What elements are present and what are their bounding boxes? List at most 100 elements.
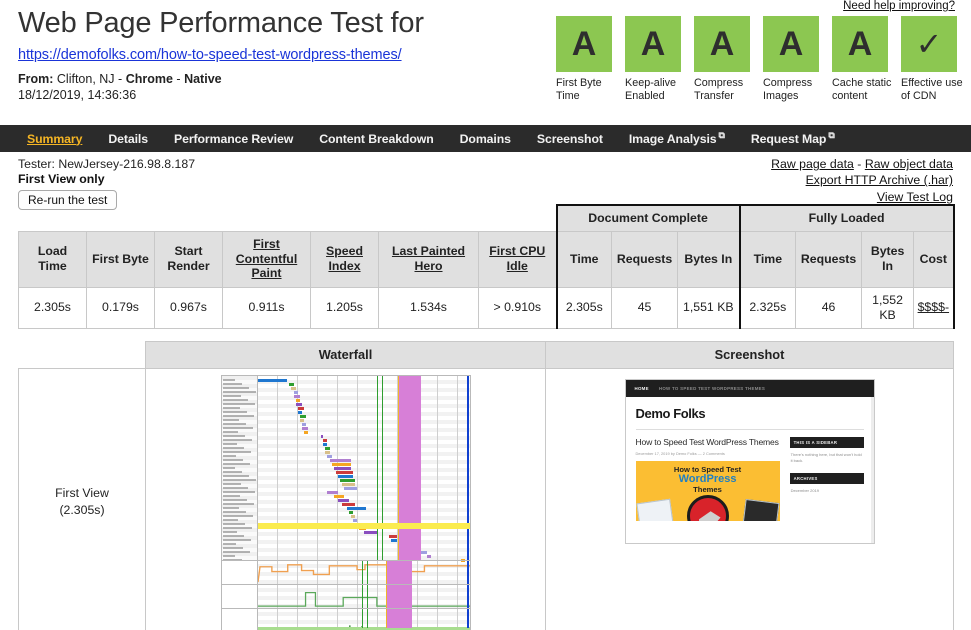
col-start-render: Start Render <box>154 230 223 288</box>
tab-screenshot[interactable]: Screenshot <box>524 132 616 146</box>
tested-url-link[interactable]: https://demofolks.com/how-to-speed-test-… <box>18 47 402 63</box>
view-test-log-link[interactable]: View Test Log <box>877 190 953 204</box>
screenshot-sidebar-widget2-title: ARCHIVES <box>789 472 864 484</box>
browser-main-thread-chart <box>221 607 470 630</box>
waterfall-bar[interactable] <box>299 414 307 418</box>
waterfall-bar[interactable] <box>333 466 351 470</box>
screenshot-nav-home: HOME <box>634 385 649 391</box>
raw-object-data-link[interactable]: Raw object data <box>865 157 953 171</box>
waterfall-request-label <box>222 418 239 421</box>
col-last-painted-hero[interactable]: Last Painted Hero <box>378 230 479 288</box>
main-navigation: Summary Details Performance Review Conte… <box>0 125 971 152</box>
waterfall-bar[interactable] <box>302 426 309 430</box>
waterfall-bar[interactable] <box>295 398 300 402</box>
waterfall-bar[interactable] <box>340 478 355 482</box>
col-dc-bytes-in: Bytes In <box>677 230 741 288</box>
waterfall-bar[interactable] <box>346 506 366 510</box>
external-link-icon: ⧉ <box>718 130 725 141</box>
col-speed-index[interactable]: Speed Index <box>310 230 379 288</box>
waterfall-chart[interactable] <box>220 374 471 630</box>
tab-image-analysis[interactable]: Image Analysis ⧉ <box>616 130 738 146</box>
export-har-link[interactable]: Export HTTP Archive (.har) <box>806 173 953 187</box>
tab-request-map[interactable]: Request Map ⧉ <box>738 130 848 146</box>
tab-summary[interactable]: Summary <box>14 132 95 146</box>
grade-item-keep-alive-enabled[interactable]: A Keep-alive Enabled <box>625 16 681 104</box>
waterfall-bar[interactable] <box>363 530 379 534</box>
col-cost: Cost <box>913 230 955 288</box>
waterfall-bar[interactable] <box>350 514 355 518</box>
grade-item-compress-images[interactable]: A Compress Images <box>763 16 819 104</box>
grade-item-compress-transfer[interactable]: A Compress Transfer <box>694 16 750 104</box>
tab-performance-review[interactable]: Performance Review <box>161 132 306 146</box>
waterfall-bar[interactable] <box>321 434 324 438</box>
waterfall-bar[interactable] <box>293 390 298 394</box>
waterfall-bar[interactable] <box>342 482 356 486</box>
col-first-contentful-paint[interactable]: First Contentful Paint <box>222 230 311 288</box>
col-dc-time: Time <box>555 230 613 288</box>
tab-content-breakdown[interactable]: Content Breakdown <box>306 132 446 146</box>
waterfall-bar[interactable] <box>304 430 309 434</box>
need-help-improving-link[interactable]: Need help improving? <box>556 0 955 12</box>
bottom-line-fcp-2 <box>361 584 363 609</box>
waterfall-bar[interactable] <box>325 446 330 450</box>
waterfall-bar[interactable] <box>338 474 353 478</box>
screenshot-thumbnail-cell[interactable]: HOME HOW TO SPEED TEST WORDPRESS THEMES … <box>545 367 954 630</box>
marker-on-load-band <box>257 522 470 529</box>
col-first-cpu-idle[interactable]: First CPU Idle <box>477 230 558 288</box>
grade-item-first-byte-time[interactable]: A First Byte Time <box>556 16 612 104</box>
waterfall-chart-cell[interactable] <box>145 367 546 630</box>
waterfall-bar[interactable] <box>323 442 328 446</box>
waterfall-bar[interactable] <box>302 422 307 426</box>
waterfall-request-label <box>222 422 246 425</box>
waterfall-bar[interactable] <box>388 534 398 538</box>
bottom-line-dom-interactive-3 <box>385 608 387 628</box>
waterfall-bar[interactable] <box>352 518 358 522</box>
waterfall-bar[interactable] <box>342 502 356 506</box>
waterfall-bar[interactable] <box>299 418 305 422</box>
waterfall-bar[interactable] <box>327 490 339 494</box>
marker-dom-interactive <box>397 375 399 561</box>
tab-details[interactable]: Details <box>95 132 161 146</box>
waterfall-bar[interactable] <box>331 462 351 466</box>
waterfall-bar[interactable] <box>257 378 288 382</box>
cell-load-time: 2.305s <box>18 286 87 329</box>
table-row: 2.305s 0.179s 0.967s 0.911s 1.205s 1.534… <box>18 286 955 329</box>
tab-domains[interactable]: Domains <box>447 132 524 146</box>
raw-page-data-link[interactable]: Raw page data <box>771 157 854 171</box>
waterfall-request-label <box>222 510 246 513</box>
cpu-utilization-line <box>257 590 470 607</box>
waterfall-bar[interactable] <box>297 410 302 414</box>
waterfall-bar[interactable] <box>325 450 330 454</box>
waterfall-header-spacer <box>18 341 146 368</box>
marker-document-complete <box>467 375 470 561</box>
waterfall-bar[interactable] <box>348 510 353 514</box>
waterfall-bar[interactable] <box>338 498 349 502</box>
waterfall-bar[interactable] <box>344 486 358 490</box>
waterfall-bar[interactable] <box>329 458 351 462</box>
waterfall-bar[interactable] <box>327 454 332 458</box>
waterfall-request-label <box>222 490 255 493</box>
waterfall-bar[interactable] <box>291 386 296 390</box>
first-view-label-line2: (2.305s) <box>59 502 105 517</box>
grade-item-cache-static-content[interactable]: A Cache static content <box>832 16 891 104</box>
waterfall-bar[interactable] <box>297 406 305 410</box>
cell-cost[interactable]: $$$$- <box>913 286 955 329</box>
waterfall-request-label <box>222 554 235 557</box>
waterfall-request-label <box>222 478 256 481</box>
grade-item-effective-use-of-cdn[interactable]: ✓ Effective use of CDN <box>901 16 963 104</box>
waterfall-bar[interactable] <box>293 394 300 398</box>
waterfall-bar[interactable] <box>289 382 294 386</box>
bottom-line-fcp-3 <box>361 608 363 628</box>
site-screenshot-thumbnail[interactable]: HOME HOW TO SPEED TEST WORDPRESS THEMES … <box>624 378 875 544</box>
waterfall-header-row: Waterfall Screenshot <box>18 340 954 369</box>
waterfall-bar[interactable] <box>295 402 303 406</box>
waterfall-bar[interactable] <box>333 494 345 498</box>
waterfall-bar[interactable] <box>335 470 353 474</box>
re-run-test-button[interactable]: Re-run the test <box>18 190 118 210</box>
waterfall-bar[interactable] <box>427 554 432 558</box>
screenshot-site-navbar: HOME HOW TO SPEED TEST WORDPRESS THEMES <box>625 379 874 397</box>
col-fl-bytes-in: Bytes In <box>861 230 915 288</box>
waterfall-bar[interactable] <box>323 438 328 442</box>
waterfall-bar[interactable] <box>391 538 398 542</box>
from-connection: Native <box>184 71 222 86</box>
